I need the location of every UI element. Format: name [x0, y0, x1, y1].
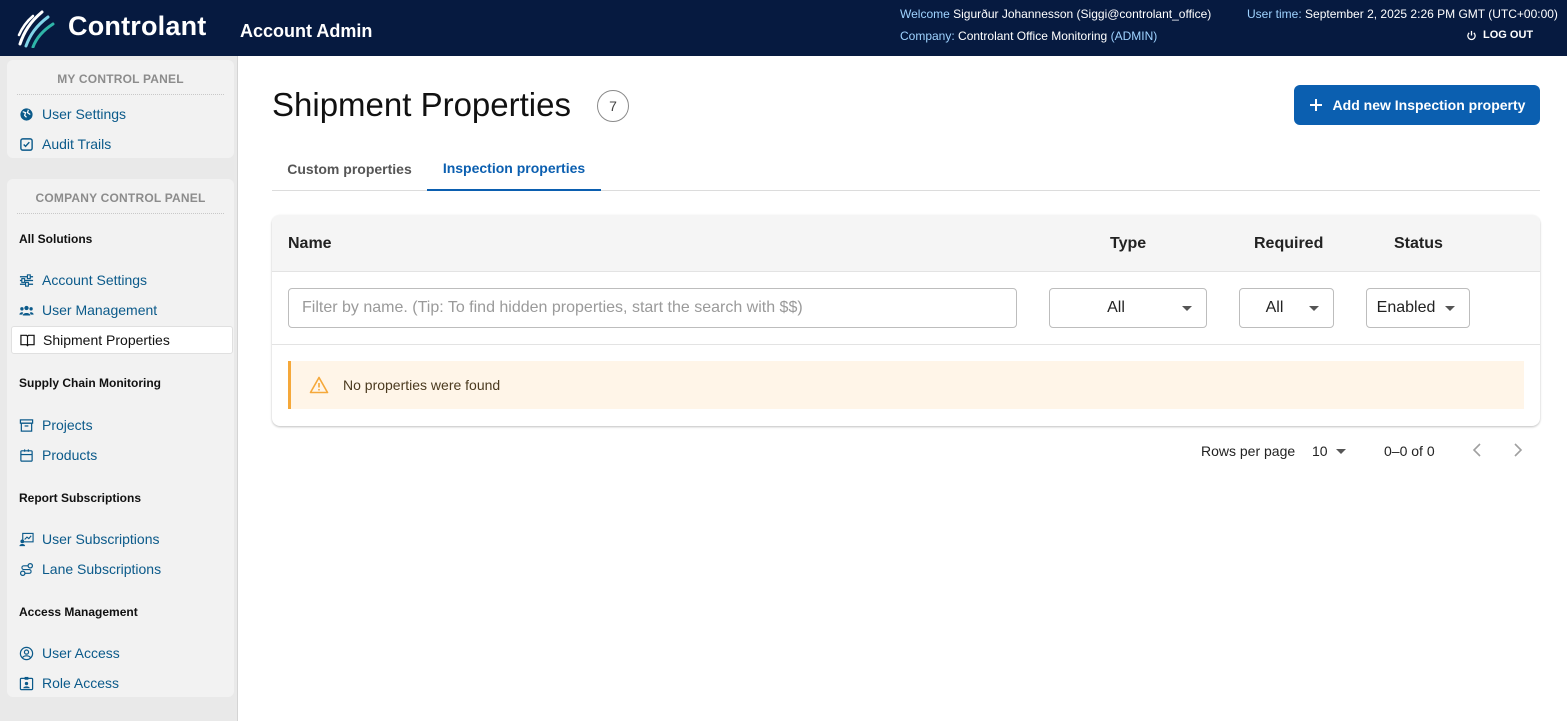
sidebar-item-user-subscriptions[interactable]: User Subscriptions [11, 525, 233, 553]
required-filter-select[interactable]: All [1239, 288, 1334, 328]
sidebar-item-user-management[interactable]: User Management [11, 296, 233, 324]
user-circle-icon [19, 646, 34, 660]
route-icon [19, 562, 34, 576]
welcome-line: Welcome Sigurður Johannesson (Siggi@cont… [900, 7, 1211, 21]
tab-inspection-properties[interactable]: Inspection properties [427, 146, 601, 191]
company-role: (ADMIN) [1110, 29, 1158, 43]
users-icon [19, 305, 34, 315]
column-required[interactable]: Required [1254, 235, 1323, 253]
tabs: Custom properties Inspection properties [272, 146, 1540, 191]
sidebar-item-products[interactable]: Products [11, 441, 233, 469]
column-type[interactable]: Type [1110, 235, 1146, 253]
sidebar-item-label: Products [42, 447, 98, 463]
group-supply-chain: Supply Chain Monitoring [19, 376, 161, 390]
welcome-user: Sigurður Johannesson (Siggi@controlant_o… [953, 7, 1212, 21]
add-inspection-property-button[interactable]: Add new Inspection property [1294, 85, 1540, 125]
book-icon [20, 334, 35, 347]
previous-page-button[interactable] [1472, 441, 1482, 464]
count-badge: 7 [597, 90, 629, 122]
company-key: Company: [900, 29, 955, 43]
company-name: Controlant Office Monitoring [958, 29, 1108, 43]
company-panel-title: COMPANY CONTROL PANEL [17, 179, 224, 214]
filter-row: All All Enabled [272, 272, 1540, 345]
power-icon [1467, 30, 1476, 40]
empty-state-alert: No properties were found [288, 361, 1524, 409]
sidebar-item-user-access[interactable]: User Access [11, 639, 233, 667]
required-filter-value: All [1265, 299, 1284, 316]
plus-icon [1309, 99, 1322, 111]
next-page-button[interactable] [1513, 441, 1523, 464]
package-icon [20, 448, 33, 462]
rows-per-page-select[interactable]: 10 [1312, 443, 1346, 459]
empty-state-message: No properties were found [343, 377, 501, 393]
chart-user-icon [19, 532, 34, 546]
sidebar: MY CONTROL PANEL User Settings Audit Tra… [0, 56, 238, 721]
user-time-key: User time: [1247, 7, 1302, 21]
pagination-range: 0–0 of 0 [1384, 443, 1435, 459]
controlant-logo-icon[interactable] [16, 8, 56, 48]
sidebar-item-role-access[interactable]: Role Access [11, 669, 233, 697]
tab-custom-properties[interactable]: Custom properties [272, 146, 427, 191]
user-time-value: September 2, 2025 2:26 PM GMT (UTC+00:00… [1305, 7, 1558, 21]
status-filter-select[interactable]: Enabled [1366, 288, 1470, 328]
company-control-panel: COMPANY CONTROL PANEL All Solutions Acco… [7, 179, 234, 697]
chevron-down-icon [1309, 305, 1319, 311]
column-name[interactable]: Name [288, 235, 332, 253]
sidebar-item-label: Account Settings [42, 272, 148, 288]
rows-per-page-value: 10 [1312, 443, 1328, 459]
chevron-down-icon [1335, 448, 1346, 454]
welcome-key: Welcome [900, 7, 950, 21]
rows-per-page-label: Rows per page [1201, 443, 1296, 459]
sidebar-item-user-settings[interactable]: User Settings [11, 100, 233, 128]
status-filter-value: Enabled [1376, 299, 1436, 316]
sidebar-item-account-settings[interactable]: Account Settings [11, 266, 233, 294]
company-line: Company: Controlant Office Monitoring (A… [900, 29, 1157, 43]
warning-icon [309, 376, 329, 394]
properties-table: Name Type Required Status All All Enable… [272, 215, 1540, 426]
sidebar-item-shipment-properties[interactable]: Shipment Properties [11, 326, 233, 354]
top-bar: Controlant Account Admin Welcome Sigurðu… [0, 0, 1567, 56]
my-control-panel: MY CONTROL PANEL User Settings Audit Tra… [7, 60, 234, 158]
id-badge-icon [19, 676, 34, 690]
chevron-down-icon [1182, 305, 1192, 311]
chevron-down-icon [1445, 305, 1455, 311]
group-access-management: Access Management [19, 605, 138, 619]
checkbox-icon [20, 137, 33, 151]
sidebar-item-label: User Settings [42, 106, 127, 122]
table-header: Name Type Required Status [272, 215, 1540, 272]
sidebar-item-label: Projects [42, 417, 93, 433]
column-status[interactable]: Status [1394, 235, 1443, 253]
archive-icon [19, 418, 34, 432]
sidebar-item-label: User Access [42, 645, 120, 661]
app-title: Account Admin [240, 21, 373, 41]
type-filter-value: All [1107, 299, 1125, 316]
group-report-subscriptions: Report Subscriptions [19, 491, 142, 505]
sidebar-item-projects[interactable]: Projects [11, 411, 233, 439]
sliders-icon [19, 273, 34, 287]
page-title: Shipment Properties [272, 86, 571, 123]
add-button-label: Add new Inspection property [1332, 97, 1526, 113]
sidebar-item-label: Audit Trails [42, 136, 112, 152]
type-filter-select[interactable]: All [1049, 288, 1207, 328]
sidebar-item-label: User Subscriptions [42, 531, 160, 547]
logout-button[interactable]: LOG OUT [1466, 29, 1533, 41]
group-all-solutions: All Solutions [19, 232, 93, 246]
sidebar-item-label: Lane Subscriptions [42, 561, 162, 577]
chevron-right-icon [1514, 443, 1523, 457]
user-time-line: User time: September 2, 2025 2:26 PM GMT… [1247, 7, 1558, 21]
sidebar-item-label: User Management [42, 302, 158, 318]
my-panel-title: MY CONTROL PANEL [17, 60, 224, 95]
sidebar-item-label: Shipment Properties [43, 332, 170, 348]
sidebar-item-label: Role Access [42, 675, 120, 691]
sidebar-item-audit-trails[interactable]: Audit Trails [11, 130, 233, 158]
globe-icon [20, 107, 33, 121]
logout-label: LOG OUT [1483, 29, 1534, 41]
sidebar-item-lane-subscriptions[interactable]: Lane Subscriptions [11, 555, 233, 583]
name-filter-input[interactable] [288, 288, 1017, 328]
chevron-left-icon [1472, 443, 1481, 457]
brand-name[interactable]: Controlant [68, 11, 206, 42]
